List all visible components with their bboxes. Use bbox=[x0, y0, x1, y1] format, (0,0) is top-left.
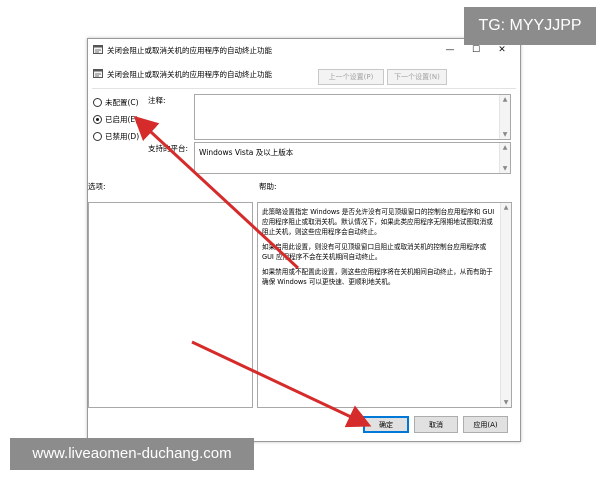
cancel-button[interactable]: 取消 bbox=[414, 416, 458, 433]
radio-not-configured-label: 未配置(C) bbox=[105, 97, 139, 107]
window-title: 关闭会阻止或取消关机的应用程序的自动终止功能 bbox=[107, 46, 272, 55]
radio-not-configured[interactable]: 未配置(C) bbox=[93, 96, 139, 108]
help-scrollbar[interactable]: ▲ ▼ bbox=[500, 203, 511, 407]
setting-icon bbox=[93, 69, 103, 78]
minimize-button[interactable]: — bbox=[438, 42, 462, 58]
help-text: 此策略设置指定 Windows 是否允许没有可见顶级窗口的控制台应用程序和 GU… bbox=[262, 207, 499, 292]
supported-platform-value: Windows Vista 及以上版本 bbox=[199, 148, 294, 157]
comment-label: 注释: bbox=[148, 96, 166, 105]
previous-setting-button[interactable]: 上一个设置(P) bbox=[318, 69, 384, 85]
next-setting-button[interactable]: 下一个设置(N) bbox=[387, 69, 447, 85]
policy-setting-dialog: 关闭会阻止或取消关机的应用程序的自动终止功能 — ☐ ✕ 关闭会阻止或取消关机的… bbox=[87, 38, 521, 442]
comment-scrollbar[interactable]: ▲ ▼ bbox=[499, 95, 510, 139]
help-paragraph: 如果禁用或不配置此设置，则这些应用程序将在关机期间自动终止，从而有助于确保 Wi… bbox=[262, 268, 493, 286]
options-panel bbox=[88, 202, 253, 408]
watermark-telegram: TG: MYYJJPP bbox=[464, 7, 596, 45]
scroll-down-icon[interactable]: ▼ bbox=[500, 130, 510, 139]
scroll-up-icon[interactable]: ▲ bbox=[500, 95, 510, 104]
help-panel: 此策略设置指定 Windows 是否允许没有可见顶级窗口的控制台应用程序和 GU… bbox=[257, 202, 512, 408]
radio-disabled-circle[interactable] bbox=[93, 131, 102, 141]
radio-enabled[interactable]: 已启用(E) bbox=[93, 113, 138, 125]
radio-enabled-circle[interactable] bbox=[93, 114, 102, 124]
radio-disabled-label: 已禁用(D) bbox=[105, 131, 140, 141]
comment-textarea[interactable]: ▲ ▼ bbox=[194, 94, 511, 140]
scroll-up-icon[interactable]: ▲ bbox=[500, 143, 510, 152]
scroll-up-icon[interactable]: ▲ bbox=[501, 203, 511, 212]
radio-disabled[interactable]: 已禁用(D) bbox=[93, 130, 139, 142]
help-paragraph: 此策略设置指定 Windows 是否允许没有可见顶级窗口的控制台应用程序和 GU… bbox=[262, 208, 495, 236]
options-section-label: 选项: bbox=[88, 182, 106, 191]
watermark-url: www.liveaomen-duchang.com bbox=[10, 438, 254, 470]
setting-title: 关闭会阻止或取消关机的应用程序的自动终止功能 bbox=[107, 70, 272, 79]
apply-button[interactable]: 应用(A) bbox=[463, 416, 508, 433]
scroll-down-icon[interactable]: ▼ bbox=[500, 164, 510, 173]
supported-platform-label: 支持的平台: bbox=[148, 144, 189, 153]
scroll-down-icon[interactable]: ▼ bbox=[501, 398, 511, 407]
help-paragraph: 如果启用此设置，则没有可见顶级窗口且阻止或取消关机的控制台应用程序或 GUI 应… bbox=[262, 243, 487, 261]
radio-enabled-label: 已启用(E) bbox=[105, 114, 139, 124]
supported-platform-box: Windows Vista 及以上版本 ▲ ▼ bbox=[194, 142, 511, 174]
platform-scrollbar[interactable]: ▲ ▼ bbox=[499, 143, 510, 173]
radio-not-configured-circle[interactable] bbox=[93, 97, 102, 107]
header-divider bbox=[92, 88, 516, 89]
ok-button[interactable]: 确定 bbox=[363, 416, 409, 433]
help-section-label: 帮助: bbox=[259, 182, 277, 191]
title-bar: 关闭会阻止或取消关机的应用程序的自动终止功能 — ☐ ✕ bbox=[88, 39, 520, 61]
policy-app-icon bbox=[93, 45, 103, 54]
